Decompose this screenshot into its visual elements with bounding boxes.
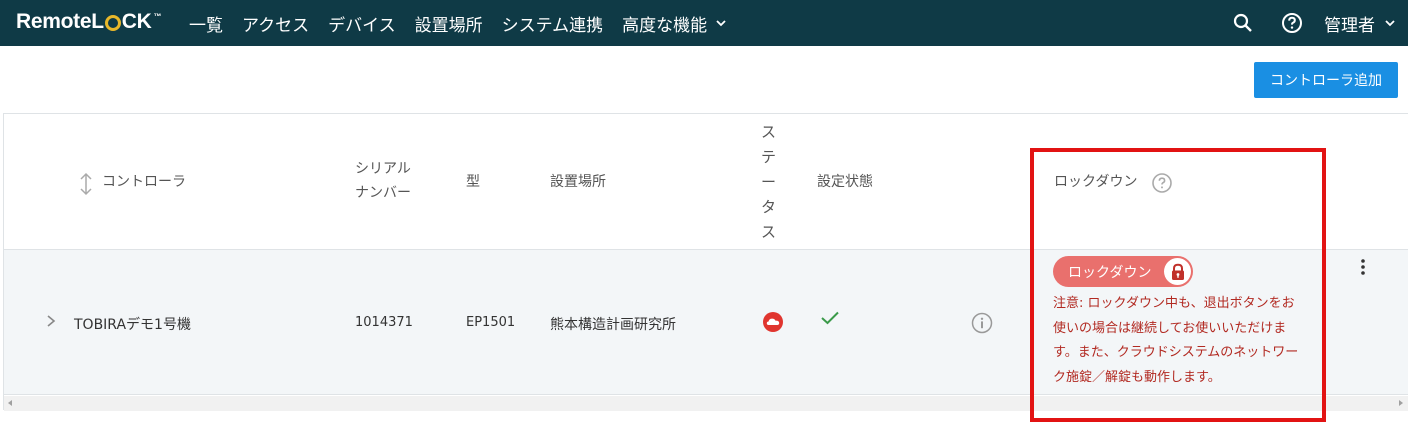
chevron-down-icon (716, 20, 726, 27)
add-controller-button[interactable]: コントローラ追加 (1254, 62, 1398, 98)
cell-location: 熊本構造計画研究所 (550, 317, 676, 333)
remotelock-logo[interactable]: Remote L CK ™ (16, 10, 161, 34)
header-char: テ (761, 148, 777, 166)
column-header-serial[interactable]: シリアル ナンバー (355, 158, 411, 204)
nav-item-access[interactable]: アクセス (242, 11, 309, 36)
column-header-controller[interactable]: コントローラ (102, 171, 186, 193)
logo-text-remote: Remote (16, 10, 92, 33)
logo-o-ring-icon (104, 15, 121, 31)
nav-item-label: 一覧 (189, 15, 223, 36)
column-header-status[interactable]: ス テ ー タ ス (761, 120, 776, 245)
horizontal-scrollbar[interactable] (4, 396, 1408, 411)
admin-label: 管理者 (1324, 15, 1375, 36)
column-header-config-state[interactable]: 設定状態 (817, 171, 873, 193)
logo-lock-word: L CK ™ (91, 10, 161, 34)
lockdown-badge[interactable]: ロックダウン (1053, 256, 1193, 287)
sort-icon[interactable] (78, 172, 94, 203)
chevron-down-icon (1385, 20, 1395, 27)
header-char: タ (761, 198, 777, 216)
cell-model: EP1501 (466, 315, 516, 330)
header-char: ー (761, 173, 777, 191)
nav-item-list[interactable]: 一覧 (189, 11, 223, 36)
header-tools: 管理者 (1206, 0, 1396, 46)
header-char: ス (761, 223, 777, 241)
nav-item-label: デバイス (328, 15, 396, 36)
logo-text-ck: CK (121, 10, 152, 33)
logo-trademark: ™ (153, 11, 162, 21)
expand-row-icon[interactable] (46, 314, 56, 332)
main-nav: 一覧 アクセス デバイス 設置場所 システム連携 高度な機能 (189, 0, 746, 46)
lockdown-help-icon[interactable] (1151, 172, 1173, 201)
header-line: シリアル (355, 161, 411, 177)
help-icon[interactable] (1280, 11, 1304, 35)
nav-item-advanced[interactable]: 高度な機能 (622, 11, 727, 36)
check-icon (820, 310, 840, 330)
nav-item-label: アクセス (242, 15, 310, 36)
nav-item-label: 設置場所 (414, 15, 483, 36)
cell-serial: 1014371 (355, 315, 413, 330)
more-options-icon[interactable] (1359, 258, 1367, 280)
table-header-row: コントローラ シリアル ナンバー 型 設置場所 ス テ ー タ ス 設定状態 ロ… (4, 114, 1408, 250)
lockdown-badge-label: ロックダウン (1068, 264, 1152, 281)
lock-icon (1164, 258, 1191, 285)
header-line: ナンバー (355, 185, 411, 201)
nav-item-devices[interactable]: デバイス (328, 11, 396, 36)
info-icon[interactable] (971, 312, 993, 338)
scroll-right-arrow-icon[interactable] (1399, 400, 1403, 406)
nav-item-label: システム連携 (501, 15, 604, 36)
header-char: ス (761, 123, 777, 141)
cell-controller-name[interactable]: TOBIRAデモ1号機 (74, 314, 191, 334)
nav-item-locations[interactable]: 設置場所 (415, 11, 483, 36)
cloud-alert-icon (762, 311, 784, 337)
top-navbar: Remote L CK ™ 一覧 アクセス デバイス 設置場所 システム連携 高… (0, 0, 1408, 46)
column-header-model[interactable]: 型 (466, 171, 480, 193)
admin-menu[interactable]: 管理者 (1324, 11, 1396, 36)
column-header-lockdown[interactable]: ロックダウン (1054, 171, 1137, 193)
nav-item-integrations[interactable]: システム連携 (502, 11, 604, 36)
column-header-location[interactable]: 設置場所 (550, 171, 606, 193)
nav-item-label: 高度な機能 (622, 15, 708, 36)
logo-text-l: L (91, 10, 104, 33)
scroll-left-arrow-icon[interactable] (8, 400, 12, 406)
search-icon[interactable] (1231, 11, 1255, 35)
lockdown-notice-text: 注意: ロックダウン中も、退出ボタンをお使いの場合は継続してお使いいただけます。… (1053, 296, 1299, 385)
